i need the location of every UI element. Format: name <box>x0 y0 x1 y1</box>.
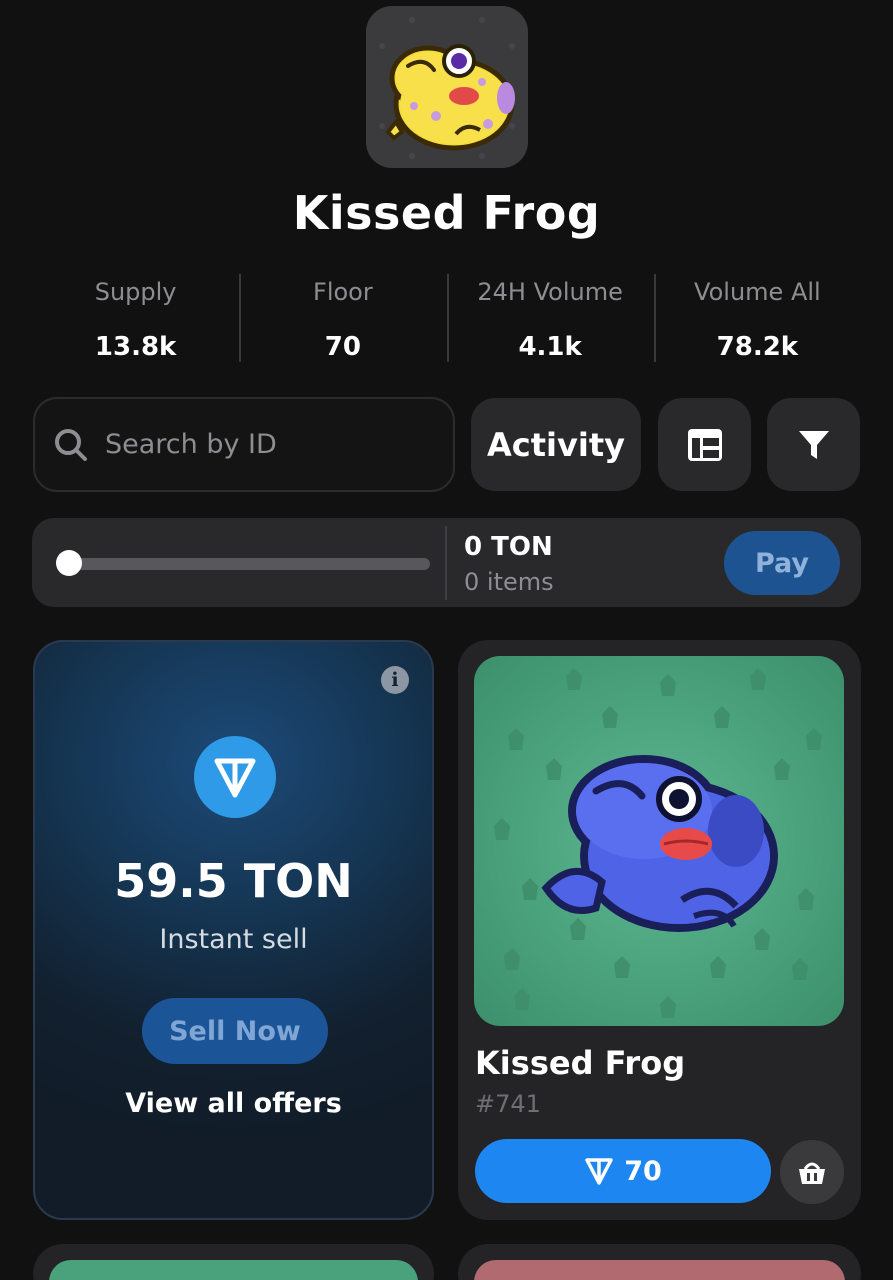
view-all-offers-link[interactable]: View all offers <box>35 1088 432 1119</box>
stat-supply: Supply 13.8k <box>32 272 239 364</box>
frog-icon <box>494 668 822 1018</box>
stat-24h-volume: 24H Volume 4.1k <box>446 272 654 364</box>
gift-card[interactable]: Kissed Frog #741 70 <box>458 640 861 1220</box>
gift-card-next-right[interactable] <box>458 1244 861 1280</box>
gift-price: 70 <box>624 1155 662 1187</box>
cart-divider <box>445 526 447 600</box>
add-to-cart-button[interactable] <box>780 1140 844 1204</box>
basket-icon <box>799 1162 825 1184</box>
quantity-slider-thumb[interactable] <box>56 550 82 576</box>
instant-sell-caption: Instant sell <box>159 924 308 955</box>
gift-collection-page: Kissed Frog Supply 13.8k Floor 70 24H Vo… <box>0 0 893 1280</box>
stat-value: 4.1k <box>518 332 582 362</box>
frog-icon <box>379 17 515 159</box>
stat-floor: Floor 70 <box>239 272 446 364</box>
cart-total: 0 TON <box>464 532 553 562</box>
stat-label: 24H Volume <box>477 278 623 306</box>
quantity-slider-track[interactable] <box>68 558 430 570</box>
search-icon <box>55 428 87 461</box>
collection-avatar <box>366 6 528 168</box>
sell-now-button[interactable]: Sell Now <box>142 998 328 1064</box>
ton-logo-icon <box>585 1158 613 1185</box>
info-icon[interactable]: i <box>381 666 409 694</box>
search-input[interactable] <box>105 429 425 460</box>
search-box[interactable] <box>33 397 455 492</box>
stats-bar: Supply 13.8k Floor 70 24H Volume 4.1k Vo… <box>32 272 861 364</box>
collection-title: Kissed Frog <box>292 186 601 240</box>
gift-image[interactable] <box>474 656 844 1026</box>
stat-label: Supply <box>94 278 177 306</box>
stat-label: Volume All <box>694 278 821 306</box>
filter-button[interactable] <box>767 398 860 491</box>
stat-volume-all: Volume All 78.2k <box>653 272 861 364</box>
gift-image <box>474 1260 845 1280</box>
view-toggle-button[interactable] <box>658 398 751 491</box>
gift-image <box>49 1260 418 1280</box>
pay-button[interactable]: Pay <box>724 531 840 595</box>
ton-logo-icon <box>194 736 276 818</box>
instant-sell-card: i 59.5 TON Instant sell Sell Now View al… <box>33 640 434 1220</box>
stat-label: Floor <box>313 278 373 306</box>
cart-bar: 0 TON 0 items Pay <box>32 518 861 607</box>
gift-card-next-left[interactable] <box>33 1244 434 1280</box>
stat-value: 13.8k <box>94 332 177 362</box>
stat-value: 78.2k <box>716 332 799 362</box>
layout-icon <box>687 428 722 461</box>
instant-sell-amount: 59.5 TON <box>114 854 353 908</box>
gift-number: #741 <box>475 1090 541 1118</box>
activity-button[interactable]: Activity <box>471 398 641 491</box>
filter-icon <box>798 430 829 459</box>
gift-name: Kissed Frog <box>475 1044 686 1082</box>
stat-value: 70 <box>324 332 361 362</box>
cart-item-count: 0 items <box>464 568 554 596</box>
buy-price-button[interactable]: 70 <box>475 1139 771 1203</box>
